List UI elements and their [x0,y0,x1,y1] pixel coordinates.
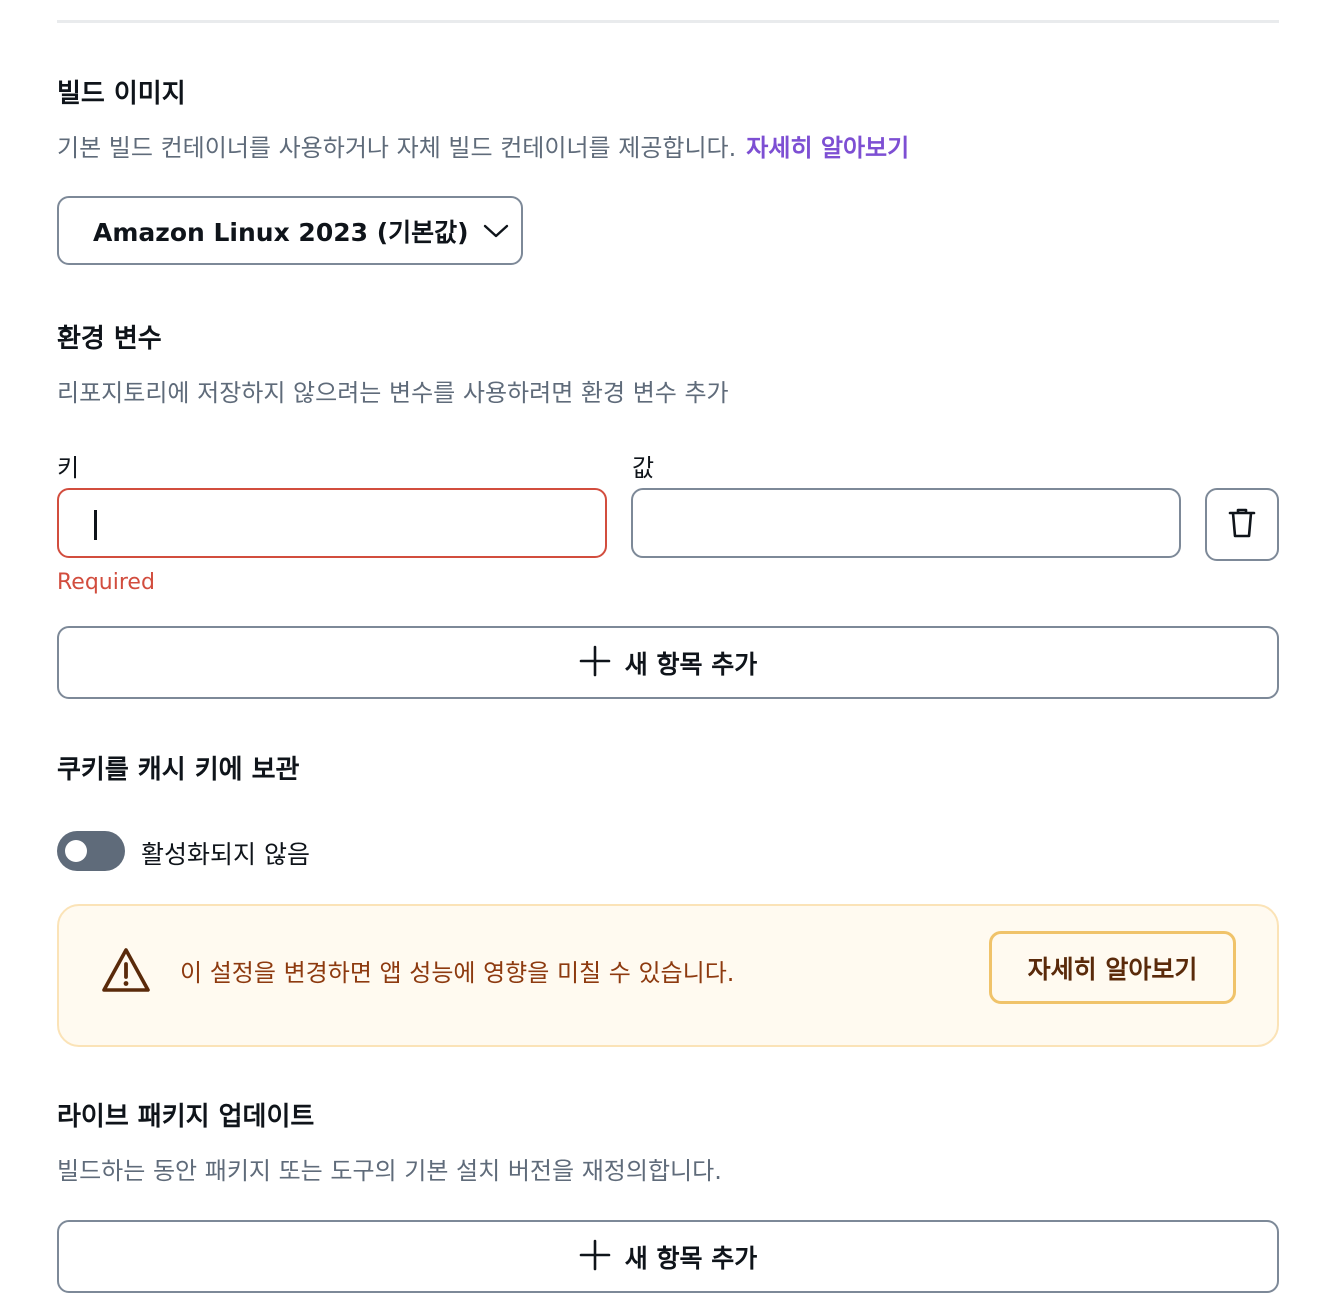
env-vars-add-label: 새 항목 추가 [624,649,758,679]
alert-learn-more-label: 자세히 알아보기 [1027,954,1198,984]
env-vars-description: 리포지토리에 저장하지 않으려는 변수를 사용하려면 환경 변수 추가 [57,379,729,407]
build-image-dropdown[interactable]: Amazon Linux 2023 (기본값) [57,196,523,265]
trash-icon [1227,507,1257,543]
value-label: 값 [632,454,655,482]
chevron-down-icon [483,223,509,239]
build-image-selected-value: Amazon Linux 2023 (기본값) [93,217,469,247]
cookies-toggle[interactable] [57,831,125,871]
delete-row-button[interactable] [1205,488,1279,561]
env-vars-add-button[interactable]: 새 항목 추가 [57,626,1279,699]
build-image-description-text: 기본 빌드 컨테이너를 사용하거나 자체 빌드 컨테이너를 제공합니다. [57,134,737,162]
alert-learn-more-button[interactable]: 자세히 알아보기 [989,931,1236,1004]
build-image-description: 기본 빌드 컨테이너를 사용하거나 자체 빌드 컨테이너를 제공합니다. 자세히 … [57,128,909,163]
cookies-title: 쿠키를 캐시 키에 보관 [57,755,300,785]
warning-icon [101,946,151,998]
live-packages-add-button[interactable]: 새 항목 추가 [57,1220,1279,1293]
top-divider [57,20,1279,23]
plus-icon [579,645,611,681]
build-image-learn-more-link[interactable]: 자세히 알아보기 [746,134,909,162]
live-packages-description: 빌드하는 동안 패키지 또는 도구의 기본 설치 버전을 재정의합니다. [57,1157,722,1185]
plus-icon [579,1239,611,1275]
warning-alert: 이 설정을 변경하면 앱 성능에 영향을 미칠 수 있습니다. 자세히 알아보기 [57,904,1279,1047]
live-packages-add-label: 새 항목 추가 [624,1243,758,1273]
toggle-knob [65,840,87,862]
key-label: 키 [57,454,80,482]
build-image-title: 빌드 이미지 [57,79,186,109]
key-error-text: Required [57,570,155,595]
key-input[interactable] [57,488,607,558]
value-input[interactable] [631,488,1181,558]
cookies-toggle-label: 활성화되지 않음 [141,840,310,869]
warning-alert-text: 이 설정을 변경하면 앱 성능에 영향을 미칠 수 있습니다. [180,959,735,987]
env-vars-title: 환경 변수 [57,324,162,354]
text-caret [94,510,97,540]
live-packages-title: 라이브 패키지 업데이트 [57,1102,315,1132]
